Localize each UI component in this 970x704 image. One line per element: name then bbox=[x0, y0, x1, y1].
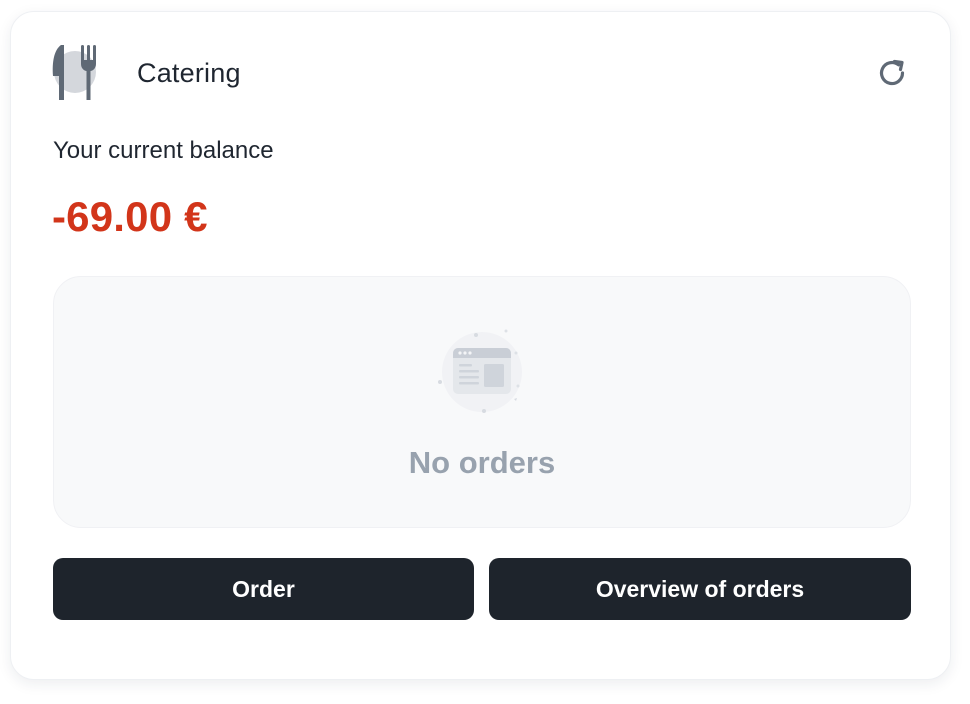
overview-of-orders-button[interactable]: Overview of orders bbox=[489, 558, 911, 620]
catering-card: Catering Your current balance -69.00 € N… bbox=[10, 11, 951, 680]
cutlery-icon bbox=[49, 42, 101, 102]
order-button[interactable]: Order bbox=[53, 558, 474, 620]
no-orders-text: No orders bbox=[408, 445, 556, 480]
browser-window-icon bbox=[434, 329, 530, 419]
balance-label: Your current balance bbox=[53, 137, 274, 164]
refresh-icon[interactable] bbox=[875, 56, 909, 90]
card-title: Catering bbox=[137, 58, 241, 88]
balance-amount: -69.00 € bbox=[52, 193, 208, 240]
orders-empty-state: No orders bbox=[53, 276, 911, 528]
